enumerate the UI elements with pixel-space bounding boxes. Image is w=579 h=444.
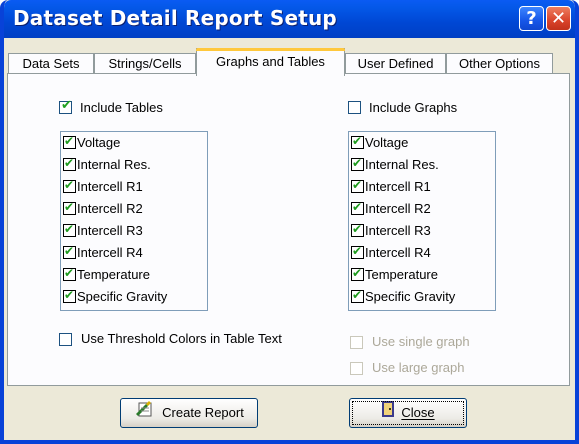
checkmark-icon: ✔: [64, 156, 75, 170]
tab-other-options[interactable]: Other Options: [446, 53, 553, 74]
item-label: Intercell R2: [365, 201, 431, 216]
list-item[interactable]: ✔ Intercell R1: [349, 178, 495, 200]
include-tables-checkbox[interactable]: ✔: [59, 98, 72, 114]
large-graph-checkbox[interactable]: [350, 362, 363, 375]
list-item[interactable]: ✔ Temperature: [349, 266, 495, 288]
list-item[interactable]: ✔ Intercell R3: [61, 222, 207, 244]
checkmark-icon: ✔: [352, 200, 363, 214]
item-label: Temperature: [365, 267, 438, 282]
item-label: Voltage: [365, 135, 409, 150]
checkmark-icon: ✔: [352, 178, 363, 192]
item-label: Intercell R4: [365, 245, 431, 260]
checkmark-icon: ✔: [64, 288, 75, 302]
list-item[interactable]: ✔ Specific Gravity: [349, 288, 495, 310]
threshold-colors-checkbox[interactable]: [59, 333, 72, 346]
item-checkbox[interactable]: ✔: [351, 200, 364, 215]
item-label: Specific Gravity: [365, 289, 456, 304]
item-checkbox[interactable]: ✔: [351, 244, 364, 259]
checkmark-icon: ✔: [352, 244, 363, 258]
title-bar[interactable]: Dataset Detail Report Setup ? ✕: [4, 0, 575, 38]
list-item[interactable]: ✔ Voltage: [349, 134, 495, 156]
item-checkbox[interactable]: ✔: [351, 156, 364, 171]
checkmark-icon: ✔: [64, 244, 75, 258]
include-graphs-label: Include Graphs: [369, 100, 458, 115]
button-bar: Create Report Close: [7, 393, 570, 437]
tab-graphs-and-tables[interactable]: Graphs and Tables: [196, 48, 345, 76]
list-item[interactable]: ✔ Intercell R3: [349, 222, 495, 244]
item-label: Intercell R4: [77, 245, 143, 260]
tab-panel: ✔ Include Tables Include Graphs ✔ Voltage…: [7, 73, 570, 386]
tab-strings-cells[interactable]: Strings/Cells: [94, 53, 196, 74]
report-wizard-icon: [134, 400, 156, 428]
dialog-window: Dataset Detail Report Setup ? ✕ Data Set…: [0, 0, 579, 444]
checkmark-icon: ✔: [64, 134, 75, 148]
checkmark-icon: ✔: [64, 222, 75, 236]
tab-strip: Data Sets Strings/Cells Graphs and Table…: [4, 48, 575, 76]
list-item[interactable]: ✔ Internal Res.: [61, 156, 207, 178]
tables-list[interactable]: ✔ Voltage ✔ Internal Res. ✔ Intercell R1 ✔ I…: [60, 131, 208, 311]
include-tables-label: Include Tables: [80, 100, 163, 115]
list-item[interactable]: ✔ Temperature: [61, 266, 207, 288]
checkmark-icon: ✔: [64, 200, 75, 214]
single-graph-checkbox[interactable]: [350, 336, 363, 349]
item-label: Specific Gravity: [77, 289, 168, 304]
tab-user-defined[interactable]: User Defined: [345, 53, 446, 74]
close-label: Close: [401, 405, 435, 420]
list-item[interactable]: ✔ Intercell R2: [349, 200, 495, 222]
help-button[interactable]: ?: [519, 6, 544, 31]
item-label: Intercell R1: [77, 179, 143, 194]
tab-data-sets[interactable]: Data Sets: [8, 53, 94, 74]
checkmark-icon: ✔: [61, 98, 72, 113]
window-title: Dataset Detail Report Setup: [13, 6, 337, 30]
item-checkbox[interactable]: ✔: [63, 156, 76, 171]
list-item[interactable]: ✔ Internal Res.: [349, 156, 495, 178]
item-label: Intercell R3: [77, 223, 143, 238]
item-checkbox[interactable]: ✔: [63, 134, 76, 149]
item-checkbox[interactable]: ✔: [351, 178, 364, 193]
checkmark-icon: ✔: [64, 178, 75, 192]
checkmark-icon: ✔: [352, 266, 363, 280]
item-checkbox[interactable]: ✔: [63, 200, 76, 215]
checkmark-icon: ✔: [64, 266, 75, 280]
checkmark-icon: ✔: [352, 156, 363, 170]
item-label: Intercell R3: [365, 223, 431, 238]
item-checkbox[interactable]: ✔: [351, 288, 364, 303]
checkmark-icon: ✔: [352, 288, 363, 302]
item-label: Internal Res.: [365, 157, 439, 172]
item-checkbox[interactable]: ✔: [63, 244, 76, 259]
include-graphs-checkbox[interactable]: [348, 101, 361, 114]
list-item[interactable]: ✔ Intercell R1: [61, 178, 207, 200]
list-item[interactable]: ✔ Intercell R2: [61, 200, 207, 222]
list-item[interactable]: ✔ Intercell R4: [61, 244, 207, 266]
checkmark-icon: ✔: [352, 222, 363, 236]
create-report-button[interactable]: Create Report: [120, 398, 258, 428]
item-checkbox[interactable]: ✔: [351, 266, 364, 281]
large-graph-label: Use large graph: [372, 360, 465, 375]
close-window-button[interactable]: ✕: [546, 6, 571, 31]
list-item[interactable]: ✔ Intercell R4: [349, 244, 495, 266]
checkmark-icon: ✔: [352, 134, 363, 148]
item-label: Voltage: [77, 135, 121, 150]
item-checkbox[interactable]: ✔: [63, 288, 76, 303]
item-checkbox[interactable]: ✔: [351, 134, 364, 149]
item-checkbox[interactable]: ✔: [63, 222, 76, 237]
item-checkbox[interactable]: ✔: [351, 222, 364, 237]
close-button[interactable]: Close: [349, 398, 467, 428]
item-label: Temperature: [77, 267, 150, 282]
threshold-colors-label: Use Threshold Colors in Table Text: [81, 331, 282, 346]
item-label: Internal Res.: [77, 157, 151, 172]
item-checkbox[interactable]: ✔: [63, 178, 76, 193]
door-icon: [381, 400, 395, 428]
list-item[interactable]: ✔ Voltage: [61, 134, 207, 156]
list-item[interactable]: ✔ Specific Gravity: [61, 288, 207, 310]
graphs-list[interactable]: ✔ Voltage ✔ Internal Res. ✔ Intercell R1 ✔ I…: [348, 131, 496, 311]
create-report-label: Create Report: [162, 405, 244, 420]
single-graph-label: Use single graph: [372, 334, 470, 349]
item-checkbox[interactable]: ✔: [63, 266, 76, 281]
item-label: Intercell R1: [365, 179, 431, 194]
item-label: Intercell R2: [77, 201, 143, 216]
